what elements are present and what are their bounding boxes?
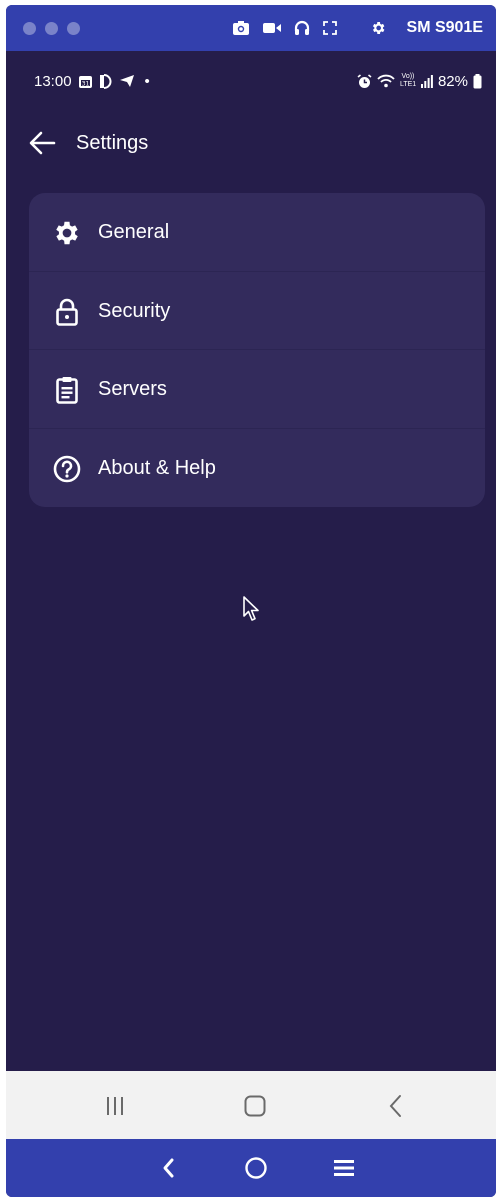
emulator-settings-gear-icon[interactable] (370, 20, 386, 36)
status-bar: 13:00 31 • Vo)) LTE1 82% (6, 61, 496, 101)
emulator-bottom-bar (6, 1139, 496, 1197)
window-close-dot[interactable] (23, 21, 36, 35)
mouse-cursor-icon (243, 596, 261, 627)
settings-item-about-help[interactable]: About & Help (29, 429, 485, 508)
settings-item-label: Servers (98, 378, 167, 400)
battery-icon (473, 73, 482, 89)
settings-item-security[interactable]: Security (29, 272, 485, 350)
battery-percent: 82% (437, 72, 468, 90)
android-nav-bar (6, 1071, 496, 1139)
window-minimize-dot[interactable] (45, 21, 58, 35)
lte-label: Vo)) LTE1 (399, 73, 417, 88)
settings-item-servers[interactable]: Servers (29, 350, 485, 429)
screenshot-camera-icon[interactable] (232, 20, 250, 36)
fullscreen-icon[interactable] (322, 20, 338, 36)
calendar-icon: 31 (78, 74, 93, 89)
app-bar: Settings (6, 113, 496, 173)
settings-item-label: General (98, 221, 170, 243)
dnd-moon-icon (99, 73, 113, 89)
device-name: SM S901E (406, 19, 483, 36)
svg-text:31: 31 (81, 80, 89, 87)
recent-apps-icon[interactable] (95, 1089, 135, 1123)
settings-list: General Security Servers About & Help (29, 193, 485, 507)
back-arrow-icon[interactable] (28, 130, 58, 156)
window-controls (23, 21, 80, 35)
emulator-home-circle-icon[interactable] (236, 1151, 276, 1185)
settings-item-label: Security (98, 299, 171, 322)
clipboard-icon (52, 375, 82, 405)
telegram-send-icon (119, 74, 135, 88)
headphones-icon[interactable] (294, 20, 310, 36)
record-video-icon[interactable] (262, 21, 282, 35)
window-zoom-dot[interactable] (67, 21, 80, 35)
lock-icon (52, 297, 82, 327)
alarm-icon (357, 73, 372, 89)
emulator-menu-icon[interactable] (324, 1151, 364, 1185)
status-time: 13:00 (34, 72, 72, 90)
status-dot: • (144, 72, 150, 90)
status-right: Vo)) LTE1 82% (357, 61, 482, 101)
device-frame: SM S901E 13:00 31 • Vo)) LTE1 82% Settin… (6, 5, 496, 1197)
signal-icon (420, 74, 433, 88)
home-icon[interactable] (235, 1089, 275, 1123)
back-icon[interactable] (376, 1089, 416, 1123)
status-left: 13:00 31 • (34, 61, 150, 101)
help-circle-icon (52, 454, 82, 484)
settings-item-label: About & Help (98, 456, 216, 479)
page-title: Settings (76, 132, 149, 154)
gear-icon (52, 218, 82, 248)
emulator-tools (232, 5, 386, 51)
emulator-toolbar: SM S901E (6, 5, 496, 51)
settings-item-general[interactable]: General (29, 193, 485, 272)
wifi-icon (377, 74, 395, 88)
emulator-back-chevron-icon[interactable] (149, 1151, 189, 1185)
